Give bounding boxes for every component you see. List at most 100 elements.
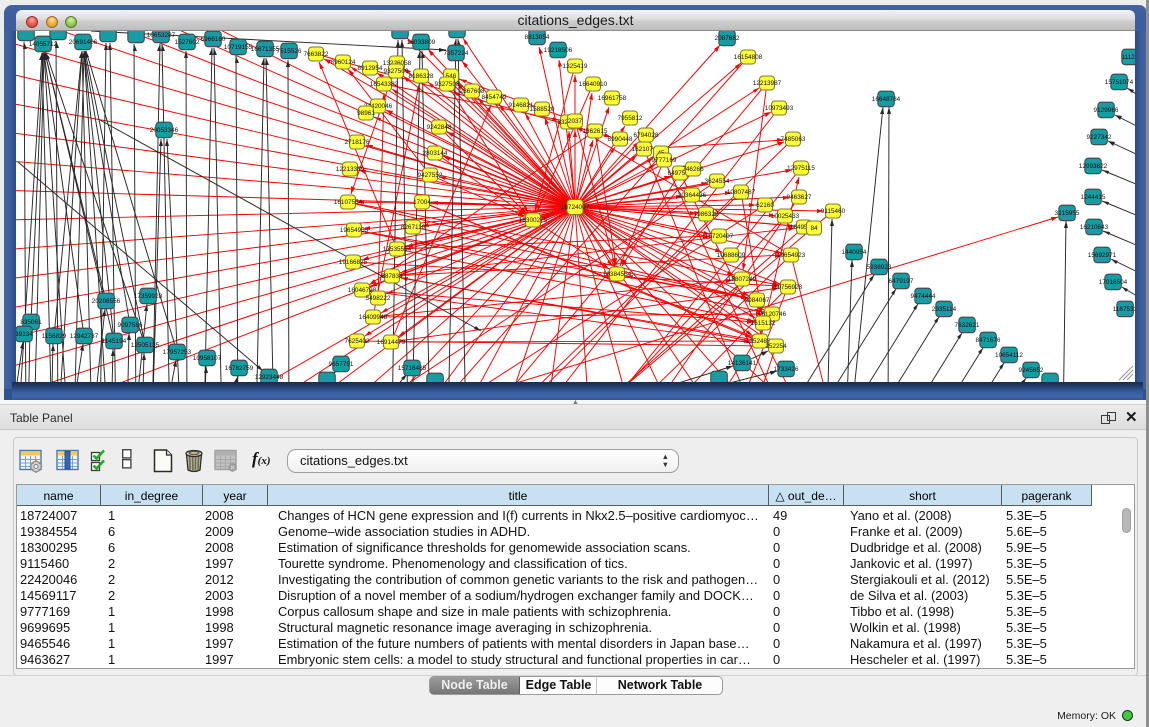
svg-text:9097586: 9097586 [118,322,143,329]
svg-text:1588520: 1588520 [530,106,555,113]
svg-text:62160: 62160 [756,202,774,209]
svg-text:9129966: 9129966 [1094,107,1119,114]
svg-text:7485063: 7485063 [781,136,806,143]
svg-text:19756928: 19756928 [774,284,803,291]
svg-text:7625402: 7625402 [345,338,370,345]
svg-text:1167533: 1167533 [1113,306,1135,313]
svg-text:5938923: 5938923 [867,264,892,271]
svg-text:9242848: 9242848 [427,124,452,131]
svg-text:12975115: 12975115 [787,165,815,172]
svg-text:8267110: 8267110 [401,224,426,231]
svg-text:17957253: 17957253 [163,349,192,356]
svg-text:16033809: 16033809 [407,39,436,46]
svg-text:16782759: 16782759 [225,365,254,372]
svg-text:10807487: 10807487 [727,189,756,196]
svg-text:12505135: 12505135 [131,342,160,349]
svg-text:9777169: 9777169 [652,157,677,164]
svg-text:2087682: 2087682 [715,35,740,42]
svg-text:12923448: 12923448 [255,374,284,381]
svg-text:1244415: 1244415 [1081,194,1106,201]
svg-text:3215955: 3215955 [1055,210,1080,217]
svg-text:9227342: 9227342 [1087,134,1112,141]
svg-text:7955812: 7955812 [618,115,643,122]
svg-text:15751074: 15751074 [1105,79,1134,86]
svg-text:16640910: 16640910 [579,81,608,88]
svg-text:17004: 17004 [413,199,431,206]
svg-text:2803144: 2803144 [423,150,448,157]
svg-text:12093822: 12093822 [1079,163,1108,170]
svg-text:1362615: 1362615 [583,128,608,135]
svg-text:9327500: 9327500 [384,68,409,75]
svg-text:8471676: 8471676 [976,337,1001,344]
svg-text:20206556: 20206556 [92,298,121,305]
svg-text:252254: 252254 [765,343,787,350]
svg-text:15716485: 15716485 [398,365,427,372]
svg-text:10719155: 10719155 [224,44,253,51]
svg-text:84: 84 [810,225,818,232]
svg-text:6479197: 6479197 [889,278,914,285]
svg-text:9327508: 9327508 [435,81,460,88]
svg-text:1615132: 1615132 [751,320,776,327]
svg-text:10654112: 10654112 [995,352,1023,359]
svg-text:39134: 39134 [16,331,33,338]
svg-text:835061: 835061 [20,319,42,326]
svg-text:8813054: 8813054 [525,34,550,41]
svg-text:16543382: 16543382 [370,81,399,88]
svg-text:15692971: 15692971 [1088,252,1117,259]
svg-text:19166825: 19166825 [339,259,368,266]
svg-text:10688609: 10688609 [717,252,746,259]
svg-text:9463627: 9463627 [787,194,812,201]
svg-text:14055712: 14055712 [29,41,58,48]
svg-text:12213987: 12213987 [753,80,782,87]
svg-text:19654955: 19654955 [340,227,369,234]
svg-text:18300275: 18300275 [519,217,548,224]
svg-text:9084067: 9084067 [745,297,770,304]
svg-text:98961: 98961 [357,110,375,117]
svg-text:16210643: 16210643 [1080,224,1109,231]
svg-text:14136141: 14136141 [728,360,757,367]
svg-text:1325419: 1325419 [563,63,588,70]
svg-text:9115460: 9115460 [821,208,846,215]
svg-text:1440954: 1440954 [842,249,867,256]
svg-text:8960124: 8960124 [331,59,356,66]
svg-text:18724007: 18724007 [561,204,590,211]
svg-text:1145194: 1145194 [102,338,127,345]
svg-text:746266: 746266 [682,166,704,173]
svg-text:19654923: 19654923 [777,252,806,259]
svg-text:16648784: 16648784 [872,96,901,103]
svg-text:15720407: 15720407 [705,233,734,240]
svg-text:19218506: 19218506 [544,47,573,54]
svg-text:10025433: 10025433 [771,213,800,220]
svg-text:20053346: 20053346 [150,127,179,134]
svg-text:9245652: 9245652 [1019,367,1044,374]
svg-text:20691406: 20691406 [69,39,98,46]
svg-text:16671355: 16671355 [251,46,280,53]
svg-text:10973493: 10973493 [765,105,794,112]
svg-text:7357224: 7357224 [444,50,469,57]
svg-text:2037: 2037 [568,118,583,125]
svg-text:8454749: 8454749 [482,94,507,101]
svg-text:11125: 11125 [1122,54,1135,61]
svg-text:12213389: 12213389 [336,166,365,173]
svg-text:16961758: 16961758 [598,95,627,102]
svg-text:9474444: 9474444 [911,293,936,300]
svg-text:887834: 887834 [381,273,403,280]
svg-text:8990448: 8990448 [608,136,633,143]
svg-text:1527602: 1527602 [175,39,200,46]
svg-text:7515526: 7515526 [277,48,302,55]
svg-text:20364436: 20364436 [678,192,707,199]
svg-text:2935114: 2935114 [932,306,957,313]
svg-text:3624554: 3624554 [705,178,730,185]
svg-text:7632621: 7632621 [955,322,980,329]
svg-text:16154808: 16154808 [734,54,763,61]
svg-text:10653287: 10653287 [147,32,176,39]
svg-text:7986322: 7986322 [694,211,719,218]
svg-text:17016504: 17016504 [1099,279,1128,286]
svg-text:6794028: 6794028 [634,132,659,139]
svg-text:12942737: 12942737 [70,333,99,340]
svg-text:1156829: 1156829 [42,333,67,340]
svg-text:16914479: 16914479 [377,339,406,346]
svg-text:8912954: 8912954 [358,65,383,72]
svg-text:13535594: 13535594 [383,246,412,253]
svg-text:16107554: 16107554 [334,199,363,206]
